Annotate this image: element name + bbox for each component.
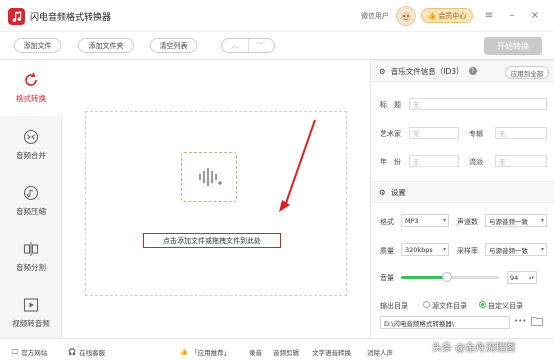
monitor-icon: 🖵 xyxy=(12,347,19,356)
stepper-arrows-icon[interactable]: ▴▾ xyxy=(529,275,534,281)
app-title: 闪电音频格式转换器 xyxy=(30,13,112,23)
menu-icon[interactable]: ≡ xyxy=(482,8,496,22)
footer-link-audio-edit[interactable]: 音频剪辑 xyxy=(273,347,299,357)
user-name[interactable]: 微信用户 xyxy=(361,11,389,21)
channels-select[interactable]: 与源音频一致 ▾ xyxy=(485,214,547,227)
volume-slider[interactable] xyxy=(401,272,499,282)
volume-stepper[interactable]: 94 ▴▾ xyxy=(507,271,537,284)
footer-link-vocal-remove[interactable]: 消除人声 xyxy=(367,347,393,357)
merge-icon xyxy=(23,129,39,145)
avatar[interactable] xyxy=(396,6,416,26)
official-website-link[interactable]: 🖵 官方网站 xyxy=(12,347,47,358)
thumbs-up-icon: 👍 xyxy=(427,11,437,20)
settings-section-title: 设置 xyxy=(390,187,406,197)
sidebar-item-split[interactable]: 音频分割 xyxy=(0,229,62,285)
samplerate-label: 采样率 xyxy=(457,247,478,255)
arrow-up-icon[interactable]: ︿ xyxy=(222,39,249,52)
watermark-text: 头条 @金舟流程图 xyxy=(432,343,516,354)
video-play-icon xyxy=(23,297,39,313)
volume-slider-handle[interactable] xyxy=(442,272,453,282)
volume-slider-fill xyxy=(401,276,448,279)
start-convert-button[interactable]: 开始转换 xyxy=(484,37,542,55)
channels-label: 声道数 xyxy=(457,218,478,226)
app-logo-icon xyxy=(8,8,25,25)
chevron-down-icon: ▾ xyxy=(442,217,446,224)
sidebar-item-label: 视频转音频 xyxy=(12,319,50,328)
output-label: 输出目录 xyxy=(380,302,408,310)
sidebar-item-label: 音频压缩 xyxy=(16,207,46,216)
drop-hint-text[interactable]: 点击添加文件或拖拽文件到此处 xyxy=(143,233,281,248)
id3-section-title: 音乐文件信息（ID3） xyxy=(390,66,464,76)
thumbs-up-icon: 👍 xyxy=(180,348,189,356)
radio-source-dir[interactable] xyxy=(423,301,430,308)
sidebar-item-compress[interactable]: 音频压缩 xyxy=(0,173,62,229)
vip-label: 会员中心 xyxy=(438,11,467,20)
toolbar: 添加文件 添加文件夹 清空列表 ︿ ﹀ 开始转换 xyxy=(0,32,554,60)
sidebar: 格式转换 音频合并 音频压缩 音频分割 视频转音频 xyxy=(0,60,62,338)
vip-center-button[interactable]: 👍 会员中心 xyxy=(421,8,473,23)
album-field[interactable]: 无 xyxy=(495,127,547,139)
clear-list-button[interactable]: 清空列表 xyxy=(150,38,197,53)
sidebar-item-label: 音频分割 xyxy=(16,263,46,272)
quality-select[interactable]: 320kbps ▾ xyxy=(401,243,449,256)
sidebar-item-label: 音频合并 xyxy=(16,151,46,160)
split-icon xyxy=(23,241,39,257)
sort-arrows: ︿ ﹀ xyxy=(221,38,275,53)
footer-link-record[interactable]: 录音 xyxy=(249,347,262,357)
chevron-down-icon: ▾ xyxy=(442,246,446,253)
format-select[interactable]: MP3 ▾ xyxy=(401,214,449,227)
artist-label: 艺术家 xyxy=(380,130,401,138)
chevron-down-icon: ▾ xyxy=(540,217,544,224)
compress-icon xyxy=(23,185,39,201)
file-list-area: 点击添加文件或拖拽文件到此处 xyxy=(63,60,369,338)
artist-field[interactable]: 无 xyxy=(409,127,459,139)
annotation-arrow xyxy=(279,119,316,212)
genre-label: 流派 xyxy=(469,158,483,166)
quality-label: 质量 xyxy=(380,247,394,255)
recommend-label: 👍 「应用推荐」 xyxy=(180,348,231,357)
folder-icon[interactable] xyxy=(531,316,543,326)
sidebar-item-merge[interactable]: 音频合并 xyxy=(0,117,62,173)
apply-all-button[interactable]: 应用到全部 xyxy=(505,66,549,79)
add-file-button[interactable]: 添加文件 xyxy=(14,38,61,53)
genre-field[interactable]: 无 xyxy=(495,155,547,167)
sidebar-item-label: 格式转换 xyxy=(16,94,46,103)
volume-label: 音量 xyxy=(380,274,394,282)
format-label: 格式 xyxy=(380,218,394,226)
settings-panel: ⚙ 音乐文件信息（ID3） ? 应用到全部 标 题 无 艺术家 无 专辑 无 年… xyxy=(370,60,554,338)
radio-source-label: 源文件目录 xyxy=(432,302,467,310)
help-icon[interactable]: ? xyxy=(468,67,477,75)
title-bar: 闪电音频格式转换器 微信用户 👍 会员中心 ≡ – × xyxy=(0,0,554,32)
output-path-field[interactable]: D:\闪电音频格式转换器\ xyxy=(380,316,510,329)
gear-icon: ⚙ xyxy=(379,66,386,76)
more-icon[interactable]: ••• xyxy=(514,317,526,325)
refresh-icon xyxy=(23,72,39,88)
arrow-down-icon[interactable]: ﹀ xyxy=(249,39,275,52)
sidebar-item-video-to-audio[interactable]: 视频转音频 xyxy=(0,285,62,341)
title-field[interactable]: 无 xyxy=(409,98,547,110)
radio-custom-label: 自定义目录 xyxy=(488,302,523,310)
radio-custom-dir[interactable] xyxy=(479,301,486,308)
samplerate-select[interactable]: 与源音频一致 ▾ xyxy=(485,243,547,256)
headset-icon: 🎧 xyxy=(68,348,77,356)
close-icon[interactable]: × xyxy=(528,8,542,22)
title-label: 标 题 xyxy=(380,101,401,109)
album-label: 专辑 xyxy=(469,130,483,138)
sidebar-item-format-convert[interactable]: 格式转换 xyxy=(0,60,62,116)
online-support-link[interactable]: 🎧 在线客服 xyxy=(68,347,105,357)
year-label: 年 份 xyxy=(380,158,401,166)
year-field[interactable]: 无 xyxy=(409,155,459,167)
settings-section-header: ⚙ 设置 xyxy=(371,181,554,203)
gear-icon: ⚙ xyxy=(379,187,386,197)
add-folder-button[interactable]: 添加文件夹 xyxy=(78,38,134,53)
minimize-icon[interactable]: – xyxy=(505,8,519,22)
chevron-down-icon: ▾ xyxy=(540,246,544,253)
id3-section-header: ⚙ 音乐文件信息（ID3） ? 应用到全部 xyxy=(371,60,554,82)
footer-link-tts[interactable]: 文字语音转换 xyxy=(312,347,351,357)
